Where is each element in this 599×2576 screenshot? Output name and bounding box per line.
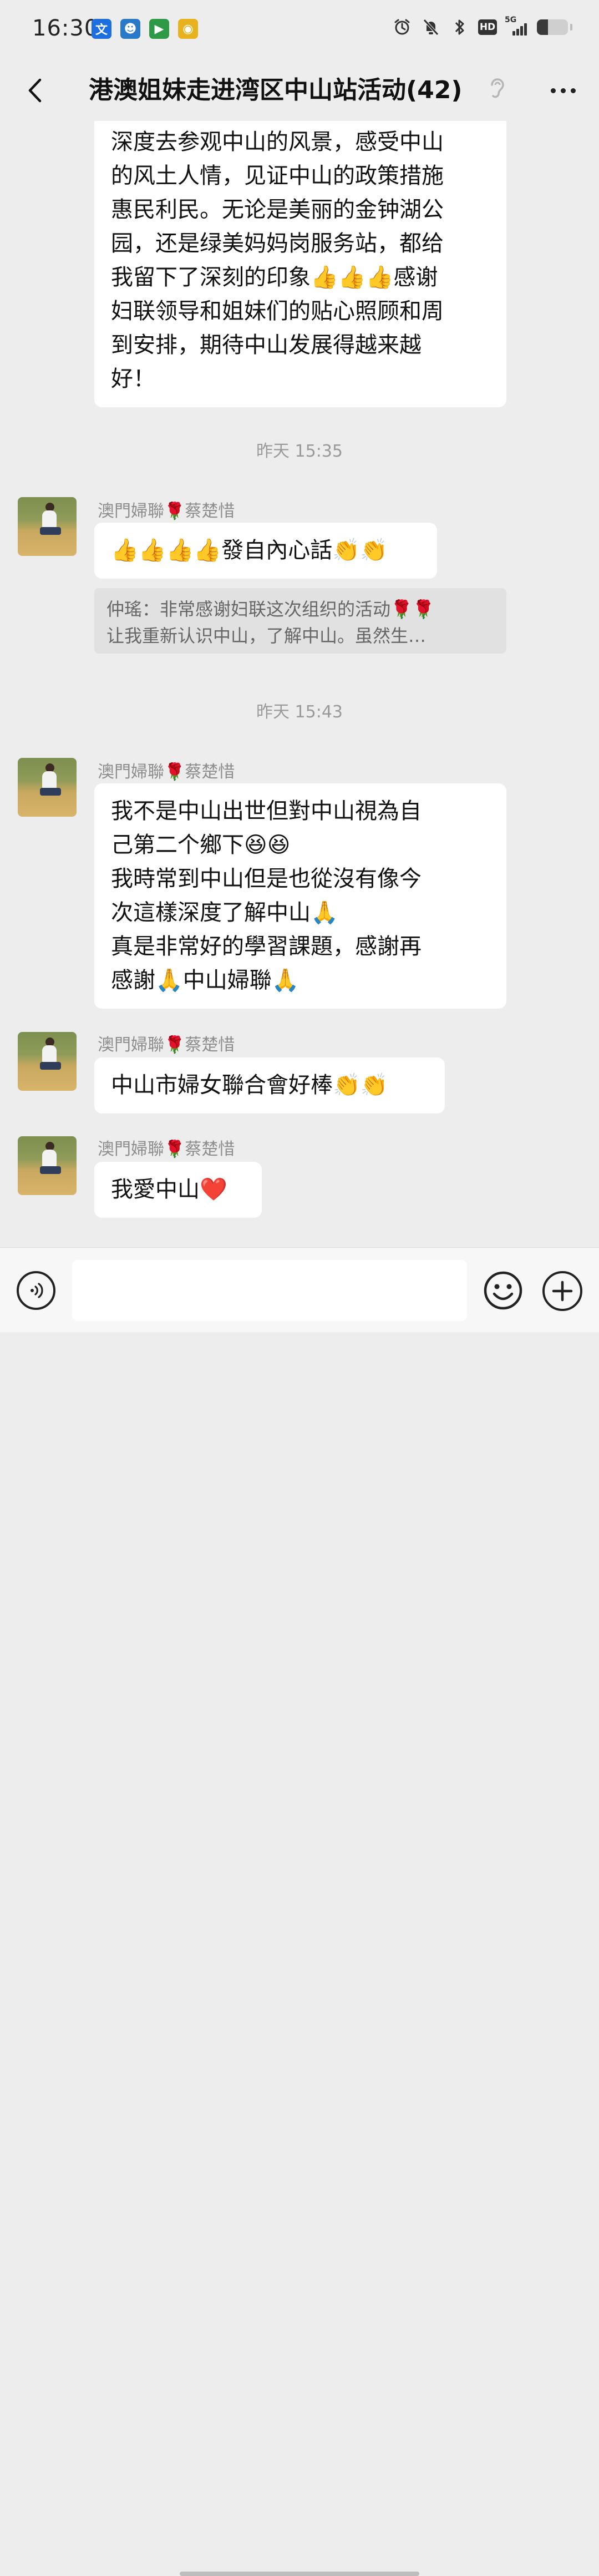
sender-name: 澳門婦聯🌹蔡楚惜 [98, 1140, 235, 1159]
battery-icon [537, 19, 568, 35]
translate-app-icon: 文 [92, 19, 111, 39]
quote-line: 让我重新认识中山，了解中山。虽然生… [106, 625, 427, 646]
battery-tip [570, 24, 572, 31]
message-list[interactable]: 深度去参观中山的风景，感受中山 的风土人情，见证中山的政策措施 惠民利民。无论是… [0, 121, 599, 1247]
sender-name: 澳門婦聯🌹蔡楚惜 [98, 1035, 235, 1055]
more-actions-button[interactable] [542, 1271, 582, 1311]
emoji-icon [484, 1271, 522, 1310]
hd-badge: HD [478, 19, 497, 35]
plus-icon [552, 1281, 573, 1302]
quoted-message[interactable]: 仲瑤：非常感谢妇联这次组织的活动🌹🌹 让我重新认识中山，了解中山。虽然生… [94, 588, 506, 654]
more-dots-icon [550, 88, 556, 93]
more-options-button[interactable] [544, 72, 582, 109]
sender-name: 澳門婦聯🌹蔡楚惜 [98, 762, 235, 782]
video-app-icon: ▶ [149, 19, 169, 39]
status-time: 16:30 [32, 16, 99, 41]
home-indicator [180, 2572, 419, 2576]
avatar[interactable] [18, 1136, 77, 1195]
message-bubble[interactable]: 我愛中山❤️ [94, 1162, 262, 1218]
message-bubble[interactable]: 深度去参观中山的风景，感受中山 的风土人情，见证中山的政策措施 惠民利民。无论是… [94, 121, 506, 407]
status-bar: 16:30 文 ☻ ▶ ◉ HD 5G [0, 0, 599, 60]
message-bubble[interactable]: 我不是中山出世但對中山視為自 己第二个鄉下😆😆 我時常到中山但是也從沒有像今 次… [94, 783, 506, 1009]
bluetooth-icon [449, 17, 470, 38]
message-bubble[interactable]: 中山市婦女聯合會好棒👏👏 [94, 1057, 445, 1114]
sender-name: 澳門婦聯🌹蔡楚惜 [98, 502, 235, 521]
ear-icon[interactable] [484, 71, 511, 107]
network-type: 5G [505, 16, 517, 24]
system-status: HD 5G [392, 16, 572, 38]
message-timestamp: 昨天 15:35 [256, 442, 343, 461]
mute-icon [420, 17, 441, 38]
message-timestamp: 昨天 15:43 [256, 702, 343, 722]
avatar[interactable] [18, 758, 77, 817]
chat-title: 港澳姐妹走进湾区中山站活动(42) [89, 76, 463, 104]
avatar[interactable] [18, 1032, 77, 1091]
notification-icons: 文 ☻ ▶ ◉ [92, 19, 198, 39]
quote-line: 仲瑤：非常感谢妇联这次组织的活动🌹🌹 [106, 599, 435, 620]
emoji-button[interactable] [483, 1270, 524, 1311]
message-input[interactable] [72, 1260, 467, 1321]
avatar[interactable] [18, 497, 77, 556]
mascot-app-icon: ☻ [120, 19, 140, 39]
voice-button[interactable] [17, 1271, 55, 1310]
message-bubble[interactable]: 👍👍👍👍發自內心話👏👏 [94, 523, 437, 579]
alarm-icon [392, 17, 413, 38]
signal-icon: 5G [505, 16, 529, 38]
voice-icon [31, 1283, 43, 1298]
input-bar [0, 1247, 599, 2576]
back-button[interactable] [17, 72, 53, 109]
chevron-left-icon [28, 78, 42, 103]
chat-header: 港澳姐妹走进湾区中山站活动(42) [0, 60, 599, 121]
weibo-app-icon: ◉ [178, 19, 198, 39]
